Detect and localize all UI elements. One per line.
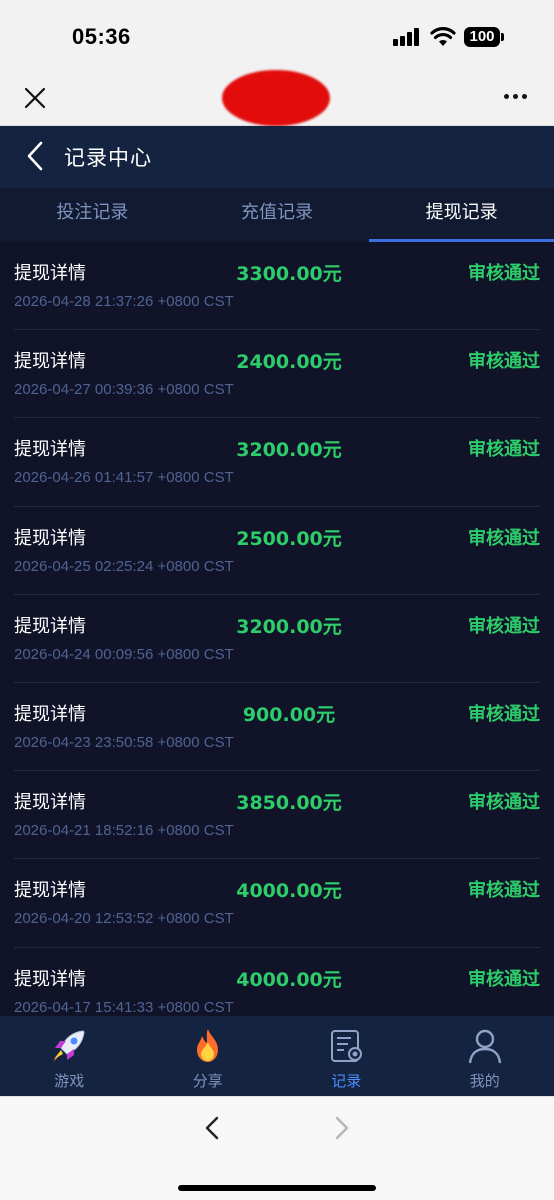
list-item[interactable]: 提现详情 4000.00元 审核通过 2026-04-17 15:41:33 +… bbox=[14, 948, 540, 1017]
record-time: 2026-04-28 21:37:26 +0800 CST bbox=[14, 293, 234, 310]
record-time: 2026-04-24 00:09:56 +0800 CST bbox=[14, 645, 234, 663]
record-label: 提现详情 bbox=[14, 527, 86, 549]
record-amount: 4000.00元 bbox=[236, 880, 342, 903]
list-item[interactable]: 提现详情 3850.00元 审核通过 2026-04-21 18:52:16 +… bbox=[14, 771, 540, 860]
record-status: 审核通过 bbox=[468, 968, 540, 990]
nav-item-profile[interactable]: 我的 bbox=[416, 1016, 554, 1096]
list-item[interactable]: 提现详情 3200.00元 审核通过 2026-04-26 01:41:57 +… bbox=[14, 418, 540, 507]
nav-item-games[interactable]: 游戏 bbox=[0, 1016, 139, 1096]
cellular-signal-icon bbox=[393, 28, 421, 46]
list-item[interactable]: 提现详情 4000.00元 审核通过 2026-04-20 12:53:52 +… bbox=[14, 859, 540, 948]
nav-label: 分享 bbox=[192, 1072, 223, 1090]
status-time: 05:36 bbox=[72, 24, 131, 49]
browser-back-icon[interactable] bbox=[200, 1113, 224, 1143]
record-status: 审核通过 bbox=[468, 880, 540, 902]
record-status: 审核通过 bbox=[468, 615, 540, 637]
more-options-icon[interactable] bbox=[504, 94, 532, 102]
battery-tip bbox=[501, 33, 504, 41]
close-icon[interactable] bbox=[22, 85, 48, 111]
record-label: 提现详情 bbox=[14, 351, 86, 373]
record-status: 审核通过 bbox=[468, 263, 540, 284]
record-label: 提现详情 bbox=[14, 439, 86, 461]
redacted-site-title bbox=[222, 70, 330, 126]
nav-label: 游戏 bbox=[54, 1072, 85, 1090]
tab-withdraw-records[interactable]: 提现记录 bbox=[369, 188, 554, 242]
record-label: 提现详情 bbox=[14, 880, 86, 902]
record-time: 2026-04-27 00:39:36 +0800 CST bbox=[14, 381, 234, 399]
back-arrow-icon[interactable] bbox=[24, 140, 46, 172]
record-label: 提现详情 bbox=[14, 703, 86, 725]
record-amount: 3200.00元 bbox=[236, 615, 342, 638]
list-item[interactable]: 提现详情 3200.00元 审核通过 2026-04-24 00:09:56 +… bbox=[14, 595, 540, 683]
status-bar: 05:36 100 bbox=[0, 0, 554, 70]
record-label: 提现详情 bbox=[14, 615, 86, 637]
record-time: 2026-04-26 01:41:57 +0800 CST bbox=[14, 469, 234, 487]
flame-icon bbox=[196, 1029, 218, 1062]
browser-forward-icon[interactable] bbox=[330, 1113, 354, 1143]
nav-item-records[interactable]: 记录 bbox=[277, 1016, 416, 1096]
record-status: 审核通过 bbox=[468, 527, 540, 549]
page-title: 记录中心 bbox=[64, 146, 152, 170]
record-amount: 3850.00元 bbox=[236, 792, 342, 815]
browser-toolbar bbox=[0, 1096, 554, 1200]
record-amount: 2400.00元 bbox=[236, 351, 342, 374]
browser-header bbox=[0, 70, 554, 126]
battery-icon: 100 bbox=[464, 27, 500, 47]
tab-deposit-records[interactable]: 充值记录 bbox=[185, 188, 370, 242]
record-label: 提现详情 bbox=[14, 263, 86, 284]
list-item[interactable]: 提现详情 2400.00元 审核通过 2026-04-27 00:39:36 +… bbox=[14, 330, 540, 419]
record-time: 2026-04-20 12:53:52 +0800 CST bbox=[14, 910, 234, 928]
record-label: 提现详情 bbox=[14, 968, 86, 990]
records-icon bbox=[331, 1030, 363, 1062]
home-indicator[interactable] bbox=[178, 1185, 376, 1191]
record-amount: 2500.00元 bbox=[236, 527, 342, 550]
record-time: 2026-04-17 15:41:33 +0800 CST bbox=[14, 998, 234, 1016]
record-tabs: 投注记录 充值记录 提现记录 bbox=[0, 188, 554, 242]
record-status: 审核通过 bbox=[468, 703, 540, 725]
app-header: 记录中心 bbox=[0, 126, 554, 188]
record-label: 提现详情 bbox=[14, 792, 86, 814]
record-time: 2026-04-23 23:50:58 +0800 CST bbox=[14, 733, 234, 751]
record-status: 审核通过 bbox=[468, 351, 540, 373]
record-amount: 3300.00元 bbox=[236, 263, 342, 285]
record-status: 审核通过 bbox=[468, 439, 540, 461]
record-amount: 3200.00元 bbox=[236, 439, 342, 462]
list-item[interactable]: 提现详情 3300.00元 审核通过 2026-04-28 21:37:26 +… bbox=[14, 242, 540, 331]
nav-label: 记录 bbox=[331, 1072, 362, 1090]
user-icon bbox=[468, 1029, 501, 1064]
record-amount: 4000.00元 bbox=[236, 968, 342, 991]
nav-item-share[interactable]: 分享 bbox=[139, 1016, 278, 1096]
wifi-icon bbox=[430, 27, 456, 46]
list-item[interactable]: 提现详情 900.00元 审核通过 2026-04-23 23:50:58 +0… bbox=[14, 683, 540, 772]
record-status: 审核通过 bbox=[468, 792, 540, 814]
record-time: 2026-04-21 18:52:16 +0800 CST bbox=[14, 822, 234, 840]
withdraw-record-list: 提现详情 3300.00元 审核通过 2026-04-28 21:37:26 +… bbox=[0, 242, 554, 1016]
list-item[interactable]: 提现详情 2500.00元 审核通过 2026-04-25 02:25:24 +… bbox=[14, 507, 540, 595]
tab-bet-records[interactable]: 投注记录 bbox=[0, 188, 185, 242]
bottom-nav: 游戏 分享 记录 我的 bbox=[0, 1016, 554, 1096]
record-amount: 900.00元 bbox=[242, 703, 336, 726]
record-time: 2026-04-25 02:25:24 +0800 CST bbox=[14, 557, 234, 575]
nav-label: 我的 bbox=[469, 1072, 500, 1090]
rocket-icon bbox=[53, 1030, 85, 1062]
